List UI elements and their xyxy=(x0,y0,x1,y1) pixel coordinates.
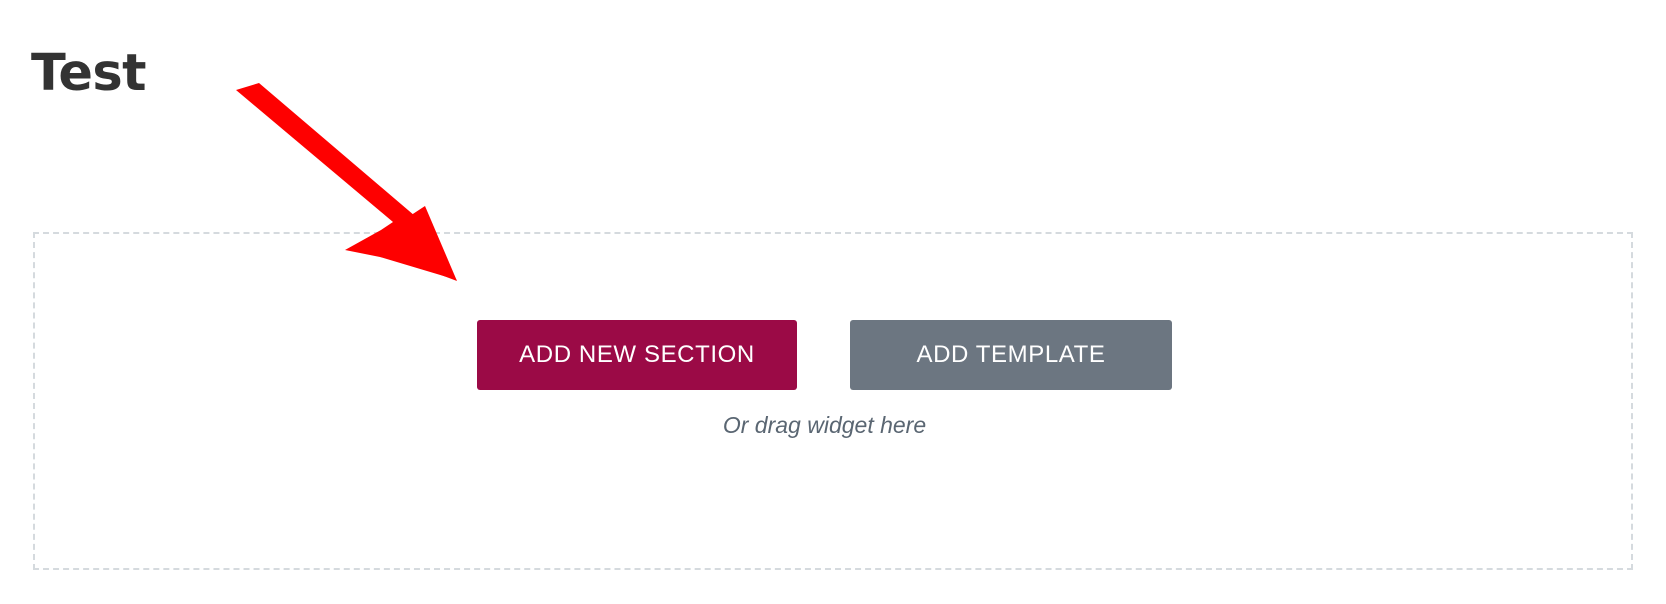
drag-widget-hint: Or drag widget here xyxy=(722,412,927,438)
add-template-button[interactable]: ADD TEMPLATE xyxy=(850,320,1172,390)
dropzone-inner: ADD NEW SECTION ADD TEMPLATE Or drag wid… xyxy=(35,234,1631,568)
page-root: Test ADD NEW SECTION ADD TEMPLATE Or dra… xyxy=(0,0,1666,604)
dropzone-button-row: ADD NEW SECTION ADD TEMPLATE xyxy=(477,320,1172,390)
section-dropzone[interactable]: ADD NEW SECTION ADD TEMPLATE Or drag wid… xyxy=(33,232,1633,570)
add-new-section-button[interactable]: ADD NEW SECTION xyxy=(477,320,797,390)
page-title: Test xyxy=(31,44,147,104)
